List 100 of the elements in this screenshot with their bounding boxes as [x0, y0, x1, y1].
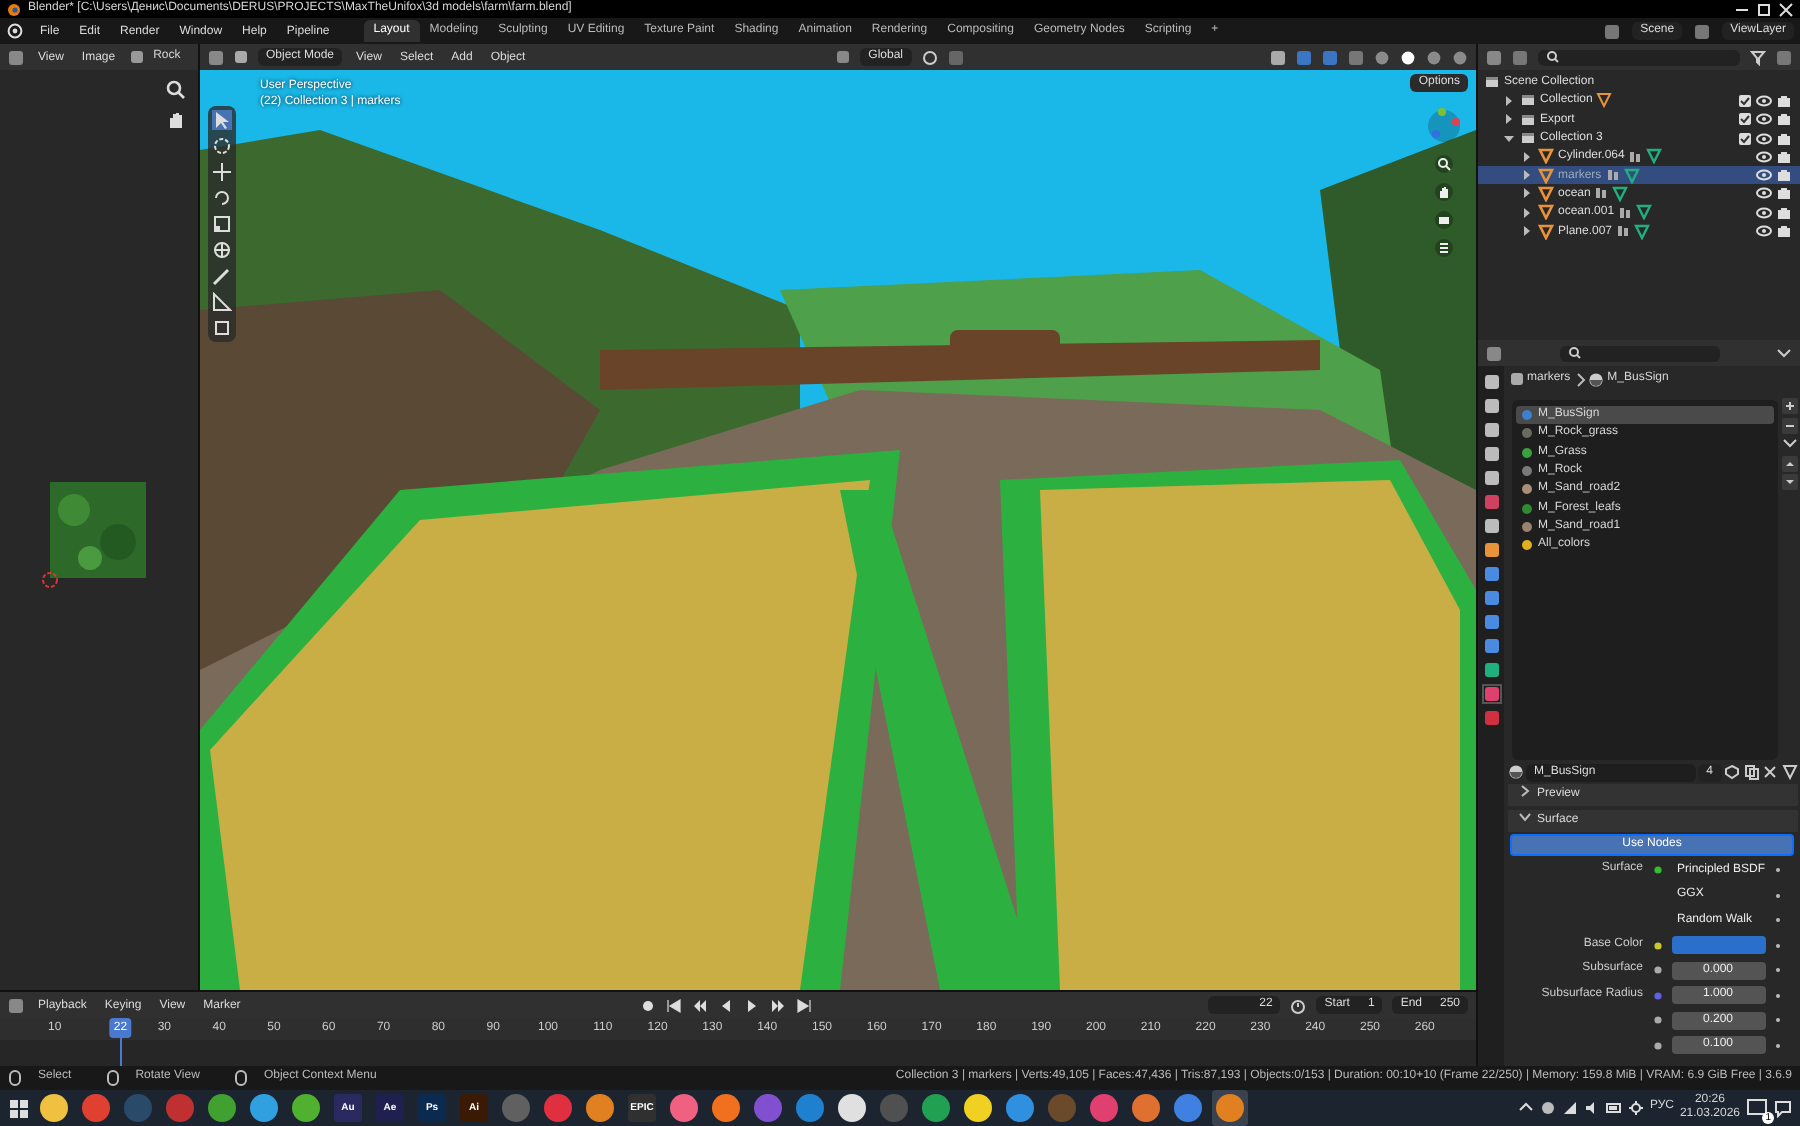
- eye-icon[interactable]: [1756, 93, 1772, 108]
- record-icon[interactable]: [640, 997, 657, 1013]
- eye-icon[interactable]: [1756, 112, 1772, 127]
- texture-thumbnail: [50, 482, 146, 578]
- duplicate-icon[interactable]: [1743, 764, 1759, 780]
- material-browse-icon[interactable]: [1507, 764, 1523, 780]
- taskbar-app-icon[interactable]: [670, 1094, 698, 1122]
- taskbar-app-icon[interactable]: [250, 1094, 278, 1122]
- tray-app-icon[interactable]: [1539, 1100, 1556, 1116]
- keyframe-dot-icon[interactable]: [1773, 1041, 1781, 1049]
- eye-icon[interactable]: [1756, 168, 1772, 183]
- camera-icon[interactable]: [1776, 149, 1792, 164]
- settings-icon[interactable]: [1627, 1100, 1644, 1116]
- keyframe-dot-icon[interactable]: [1773, 1016, 1781, 1024]
- network-icon[interactable]: [1561, 1100, 1578, 1116]
- unlink-icon[interactable]: [1762, 764, 1778, 780]
- add-slot-icon[interactable]: [1781, 398, 1797, 414]
- eye-icon[interactable]: [1756, 149, 1772, 164]
- notification-icon[interactable]: [1746, 1097, 1768, 1119]
- taskbar-app-icon[interactable]: [964, 1094, 992, 1122]
- socket-icon[interactable]: [1651, 864, 1663, 876]
- transform-tool-icon[interactable]: [212, 240, 232, 260]
- chevron-down-icon[interactable]: [1776, 345, 1792, 361]
- hand-icon[interactable]: [166, 110, 186, 130]
- camera-icon[interactable]: [1776, 205, 1792, 220]
- grid-icon[interactable]: [1434, 238, 1454, 258]
- speaker-icon[interactable]: [1583, 1100, 1600, 1116]
- camera-icon[interactable]: [1776, 224, 1792, 239]
- camera-icon[interactable]: [1776, 93, 1792, 108]
- remove-slot-icon[interactable]: [1781, 417, 1797, 433]
- next-keyframe-icon[interactable]: [770, 997, 787, 1013]
- eye-icon[interactable]: [1756, 224, 1772, 239]
- keyframe-dot-icon[interactable]: [1773, 966, 1781, 974]
- keyframe-dot-icon[interactable]: [1773, 891, 1781, 899]
- play-reverse-icon[interactable]: [718, 997, 735, 1013]
- taskbar-app-icon[interactable]: [586, 1094, 614, 1122]
- taskbar-app-icon[interactable]: [40, 1094, 68, 1122]
- cursor-icon: [40, 570, 60, 590]
- expanded-arrow-icon[interactable]: [1502, 131, 1516, 146]
- eye-icon[interactable]: [1756, 131, 1772, 146]
- pivot-icon[interactable]: [921, 49, 937, 65]
- mouse-icon: [105, 1070, 120, 1086]
- rotate-tool-icon[interactable]: [212, 188, 232, 208]
- chevron-up-icon[interactable]: [1517, 1100, 1534, 1116]
- previous-keyframe-icon[interactable]: [692, 997, 709, 1013]
- hand-icon[interactable]: [1434, 182, 1454, 202]
- link-type-icon[interactable]: [1781, 764, 1797, 780]
- battery-icon[interactable]: [1605, 1100, 1622, 1116]
- socket-icon[interactable]: [1651, 1039, 1663, 1051]
- cursor-tool-icon[interactable]: [212, 136, 232, 156]
- camera-icon[interactable]: [1776, 131, 1792, 146]
- move-tool-icon[interactable]: [212, 162, 232, 182]
- shading-mode-icon[interactable]: [1400, 49, 1416, 65]
- camera-icon[interactable]: [1434, 210, 1454, 230]
- move-up-icon[interactable]: [1781, 455, 1797, 471]
- keyframe-dot-icon[interactable]: [1773, 916, 1781, 924]
- checkbox-icon[interactable]: [1738, 93, 1752, 108]
- camera-icon[interactable]: [1776, 112, 1792, 127]
- maximize-icon[interactable]: [1756, 1, 1772, 17]
- select-tool-icon[interactable]: [212, 110, 232, 130]
- taskbar-app-icon[interactable]: [712, 1094, 740, 1122]
- eye-icon[interactable]: [1756, 205, 1772, 220]
- taskbar-app-icon[interactable]: [1132, 1094, 1160, 1122]
- keyframe-dot-icon[interactable]: [1773, 941, 1781, 949]
- windows-start-icon[interactable]: [8, 1097, 30, 1119]
- keyframe-dot-icon[interactable]: [1773, 866, 1781, 874]
- add-cube-tool-icon[interactable]: [212, 318, 232, 338]
- socket-icon[interactable]: [1651, 1014, 1663, 1026]
- zoom-icon[interactable]: [1434, 154, 1454, 174]
- camera-icon[interactable]: [1776, 168, 1792, 183]
- checkbox-icon[interactable]: [1738, 131, 1752, 146]
- zoom-icon[interactable]: [166, 80, 186, 100]
- eye-icon[interactable]: [1756, 186, 1772, 201]
- measure-tool-icon[interactable]: [212, 292, 232, 312]
- jump-start-icon[interactable]: [666, 997, 683, 1013]
- move-down-icon[interactable]: [1781, 474, 1797, 490]
- filter-icon[interactable]: [1750, 49, 1766, 65]
- search-field[interactable]: [1559, 345, 1719, 361]
- axis-gizmo-icon[interactable]: [1424, 106, 1464, 146]
- blender-menu-icon[interactable]: [6, 22, 24, 40]
- annotate-tool-icon[interactable]: [212, 266, 232, 286]
- color-swatch[interactable]: [1671, 936, 1765, 954]
- fake-user-icon[interactable]: [1724, 764, 1740, 780]
- scale-tool-icon[interactable]: [212, 214, 232, 234]
- close-icon[interactable]: [1778, 1, 1794, 17]
- checkbox-icon[interactable]: [1738, 112, 1752, 127]
- search-field[interactable]: [1538, 49, 1740, 65]
- socket-icon[interactable]: [1651, 964, 1663, 976]
- search-icon: [1546, 49, 1560, 63]
- socket-icon[interactable]: [1651, 939, 1663, 951]
- material-icon: [1588, 371, 1605, 387]
- stopwatch-icon[interactable]: [1290, 997, 1307, 1013]
- keyframe-dot-icon[interactable]: [1773, 991, 1781, 999]
- taskbar-app-icon[interactable]: [292, 1094, 320, 1122]
- taskbar-app-icon[interactable]: [838, 1094, 866, 1122]
- chevron-down-icon[interactable]: [1781, 436, 1797, 452]
- action-center-icon[interactable]: [1774, 1099, 1792, 1117]
- jump-end-icon[interactable]: [796, 997, 813, 1013]
- play-icon[interactable]: [744, 997, 761, 1013]
- camera-icon[interactable]: [1776, 186, 1792, 201]
